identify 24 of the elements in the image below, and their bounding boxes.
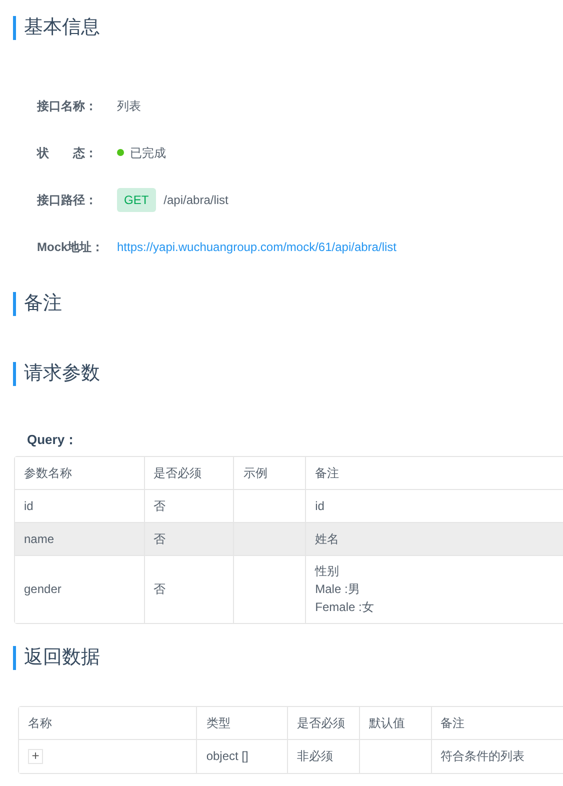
table-cell: object [] xyxy=(197,740,288,772)
expand-button[interactable]: + xyxy=(28,748,43,764)
section-heading: 备注 xyxy=(13,292,62,316)
query-label: Query： xyxy=(27,431,79,449)
section-heading: 基本信息 xyxy=(13,16,100,40)
table-cell: 符合条件的列表 xyxy=(432,740,563,772)
table-cell-text: Male :男 xyxy=(315,581,361,598)
api-path: /api/abra/list xyxy=(164,192,228,208)
table-cell: 非必须 xyxy=(288,740,360,772)
table-cell-text: 性别 xyxy=(315,563,340,580)
field-label: 接口名称： xyxy=(37,98,98,114)
table-cell: gender xyxy=(15,556,145,622)
field-label: 接口路径： xyxy=(37,192,98,208)
field-value: 列表 xyxy=(117,98,141,114)
method-badge: GET xyxy=(117,188,156,212)
section-heading: 请求参数 xyxy=(13,362,100,386)
field-label: Mock地址： xyxy=(37,238,105,256)
table-cell-text: 姓名 xyxy=(315,530,340,548)
status-text: 已完成 xyxy=(130,144,166,162)
field-label: 状 态： xyxy=(37,144,98,162)
table-cell: 否 xyxy=(144,556,234,622)
section-heading: 返回数据 xyxy=(13,646,100,670)
table-cell-text: Female :女 xyxy=(315,599,375,616)
table-cell-text: id xyxy=(315,498,326,514)
